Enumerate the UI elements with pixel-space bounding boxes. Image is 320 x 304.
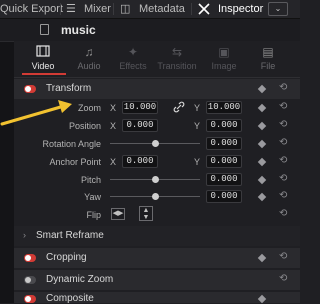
- annotation-arrow-icon: [0, 100, 72, 126]
